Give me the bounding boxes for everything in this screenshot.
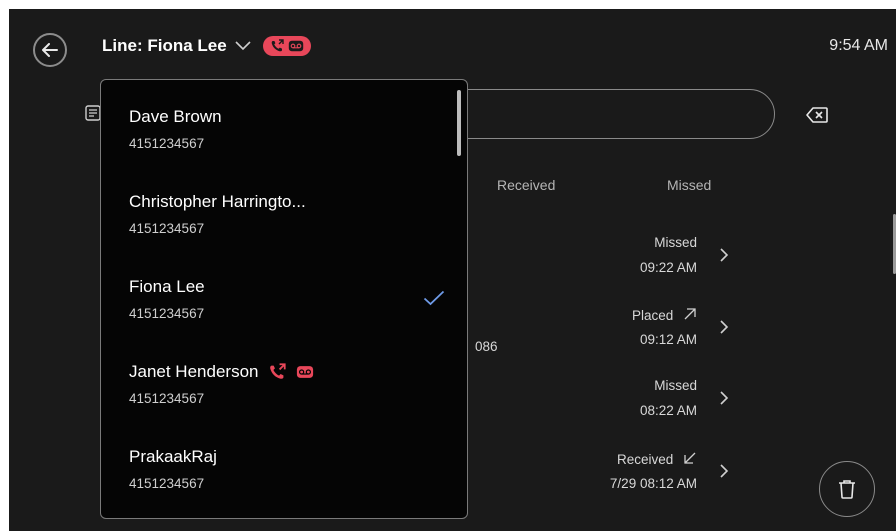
menu-item-number: 4151234567 bbox=[129, 136, 205, 151]
keypad-icon bbox=[85, 105, 101, 121]
line-selector[interactable]: Line: Fiona Lee bbox=[102, 36, 311, 56]
tab-received[interactable]: Received bbox=[497, 177, 555, 193]
line-dropdown-menu: Dave Brown 4151234567 Christopher Harrin… bbox=[100, 79, 468, 519]
chevron-right-icon bbox=[720, 320, 729, 334]
menu-item-number: 4151234567 bbox=[129, 221, 205, 236]
voicemail-icon bbox=[297, 366, 314, 378]
backspace-icon bbox=[806, 107, 828, 123]
menu-item-janet-henderson[interactable]: Janet Henderson 4151234567 bbox=[129, 361, 449, 421]
menu-item-name: Fiona Lee bbox=[129, 277, 205, 296]
line-label: Line: Fiona Lee bbox=[102, 36, 227, 55]
call-row[interactable]: Missed 08:22 AM bbox=[549, 378, 749, 432]
menu-item-number: 4151234567 bbox=[129, 476, 205, 491]
call-row[interactable]: Placed 09:12 AM bbox=[549, 307, 749, 361]
back-button[interactable] bbox=[33, 33, 67, 67]
clear-button[interactable] bbox=[806, 107, 828, 128]
menu-item-number: 4151234567 bbox=[129, 306, 205, 321]
voicemail-icon bbox=[288, 40, 303, 52]
menu-item-name: Christopher Harringto... bbox=[129, 192, 306, 211]
menu-item-number: 4151234567 bbox=[129, 391, 205, 406]
incoming-arrow-icon bbox=[684, 452, 696, 464]
call-status: Placed bbox=[632, 307, 697, 323]
line-status-badge bbox=[262, 36, 311, 56]
call-number-partial: 086 bbox=[475, 339, 498, 354]
chevron-right-icon bbox=[720, 391, 729, 405]
menu-item-fiona-lee[interactable]: Fiona Lee 4151234567 bbox=[129, 276, 449, 336]
tab-missed[interactable]: Missed bbox=[667, 177, 711, 193]
phone-screen: Line: Fiona Lee 9:54 AM Received Missed … bbox=[9, 9, 896, 531]
call-status: Missed bbox=[654, 235, 697, 250]
chevron-right-icon bbox=[720, 464, 729, 478]
trash-icon bbox=[839, 480, 855, 499]
call-forward-icon bbox=[270, 363, 287, 379]
call-time: 09:22 AM bbox=[639, 260, 697, 275]
outgoing-arrow-icon bbox=[684, 308, 696, 320]
checkmark-icon bbox=[423, 290, 445, 306]
menu-item-christopher-harrington[interactable]: Christopher Harringto... 4151234567 bbox=[129, 191, 449, 251]
delete-button[interactable] bbox=[819, 461, 875, 517]
menu-item-name: PrakaakRaj bbox=[129, 447, 217, 466]
menu-item-name: Janet Henderson bbox=[129, 362, 259, 381]
menu-item-name: Dave Brown bbox=[129, 107, 222, 126]
call-status: Missed bbox=[654, 378, 697, 393]
keypad-button[interactable] bbox=[85, 105, 101, 126]
call-row[interactable]: Received 7/29 08:12 AM bbox=[549, 451, 749, 505]
clock: 9:54 AM bbox=[829, 37, 888, 54]
menu-scrollbar[interactable] bbox=[457, 90, 461, 156]
call-forward-icon bbox=[271, 39, 284, 52]
call-time: 09:12 AM bbox=[639, 332, 697, 347]
menu-item-dave-brown[interactable]: Dave Brown 4151234567 bbox=[129, 106, 449, 166]
call-time: 7/29 08:12 AM bbox=[609, 476, 697, 491]
back-arrow-icon bbox=[42, 43, 58, 57]
chevron-right-icon bbox=[720, 248, 729, 262]
menu-item-prakaakraj[interactable]: PrakaakRaj 4151234567 bbox=[129, 446, 449, 506]
call-status: Received bbox=[617, 451, 697, 467]
call-row[interactable]: Missed 09:22 AM bbox=[549, 235, 749, 289]
call-time: 08:22 AM bbox=[639, 403, 697, 418]
chevron-down-icon bbox=[235, 41, 251, 51]
